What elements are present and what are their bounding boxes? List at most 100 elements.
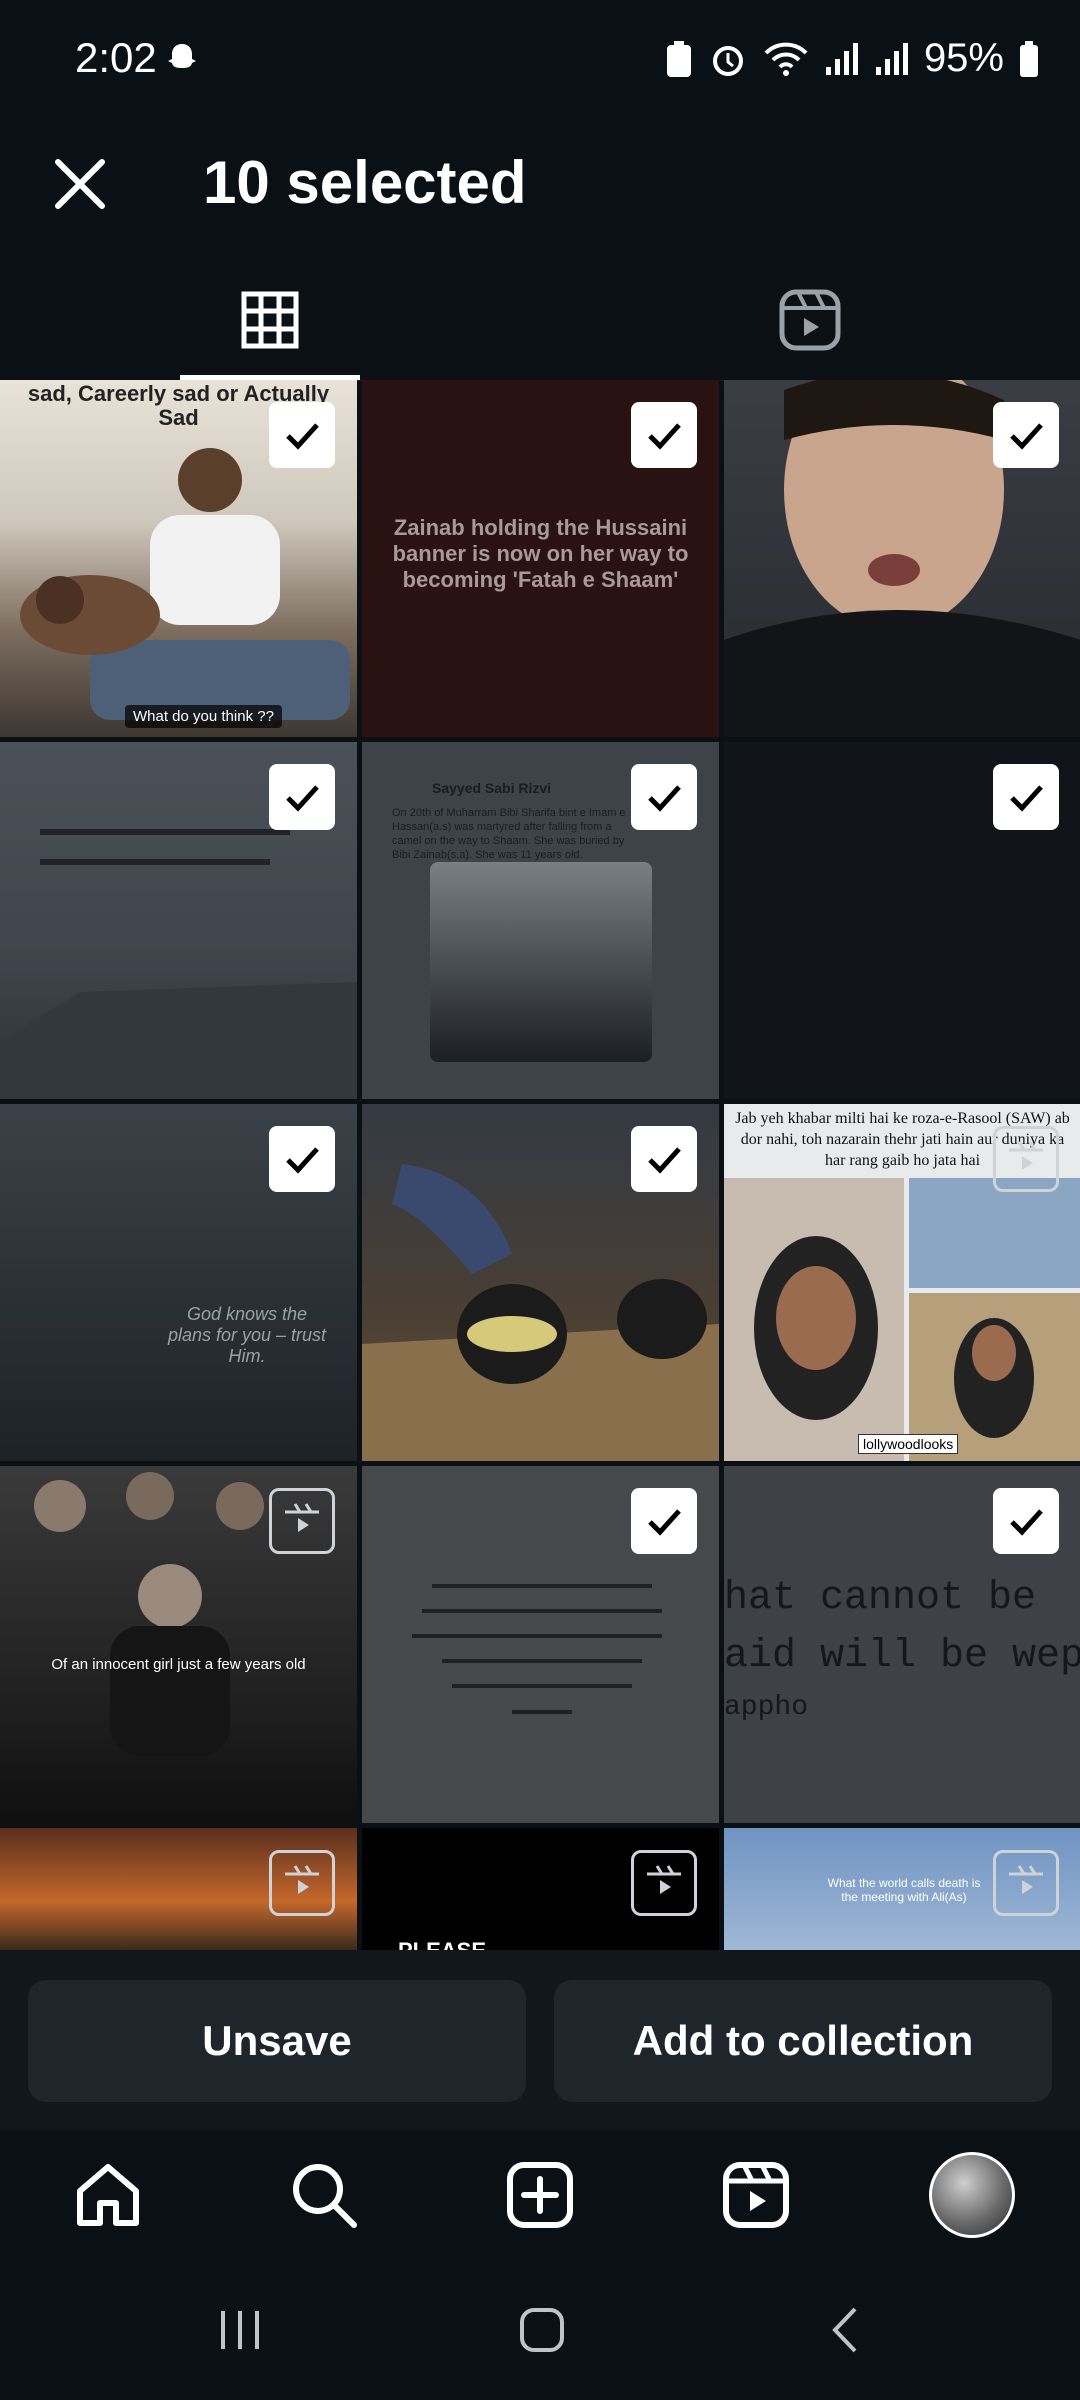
checkmark-icon xyxy=(648,1147,681,1174)
post-caption: hat cannot be xyxy=(724,1576,1037,1621)
battery-percent: 95% xyxy=(923,36,1004,80)
reels-icon xyxy=(723,2162,789,2228)
bottom-navigation xyxy=(0,2130,1080,2260)
home-system-button[interactable] xyxy=(497,2300,587,2360)
reel-badge xyxy=(993,1126,1059,1192)
grid-item-2[interactable]: Zainab holding the Hussaini banner is no… xyxy=(362,380,719,737)
reels-icon xyxy=(1009,1141,1043,1170)
action-bar: Unsave Add to collection xyxy=(0,1950,1080,2130)
post-caption-line-3: appho xyxy=(724,1692,809,1723)
nav-create[interactable] xyxy=(495,2150,585,2240)
saved-posts-grid: sad, Careerly sad or Actually Sad What d… xyxy=(0,380,1080,1950)
checkmark-icon xyxy=(648,423,681,450)
selected-checkbox[interactable] xyxy=(269,402,335,468)
create-icon xyxy=(507,2162,573,2228)
reels-icon xyxy=(647,1865,681,1894)
post-overlay-text: What do you think ?? xyxy=(125,705,282,728)
grid-item-6[interactable] xyxy=(724,742,1080,1099)
grid-icon xyxy=(241,291,299,349)
checkmark-icon xyxy=(286,423,319,450)
selected-checkbox[interactable] xyxy=(631,1126,697,1192)
tab-grid[interactable] xyxy=(0,260,540,380)
post-image xyxy=(430,862,652,1062)
search-icon xyxy=(293,2164,357,2228)
selected-checkbox[interactable] xyxy=(631,764,697,830)
checkmark-icon xyxy=(648,1509,681,1536)
grid-item-7[interactable]: God knows the plans for you – trust Him. xyxy=(0,1104,357,1461)
signal-icon xyxy=(825,42,858,75)
selection-header: 10 selected xyxy=(0,120,1080,260)
status-time: 2:02 xyxy=(75,34,157,81)
signal-icon xyxy=(875,42,908,75)
grid-item-5[interactable]: Sayyed Sabi Rizvi On 20th of Muharram Bi… xyxy=(362,742,719,1099)
grid-item-9[interactable]: Jab yeh khabar milti hai ke roza-e-Rasoo… xyxy=(724,1104,1080,1461)
nav-profile[interactable] xyxy=(927,2150,1017,2240)
page-title: 10 selected xyxy=(203,149,527,216)
close-button[interactable] xyxy=(40,144,120,224)
selected-checkbox[interactable] xyxy=(993,1488,1059,1554)
tab-bar xyxy=(0,260,1080,381)
grid-item-12[interactable]: hat cannot be aid will be wept appho xyxy=(724,1466,1080,1823)
checkmark-icon xyxy=(648,785,681,812)
reel-badge xyxy=(993,1850,1059,1916)
recents-icon xyxy=(221,2311,259,2349)
selected-checkbox[interactable] xyxy=(993,402,1059,468)
add-to-collection-button[interactable]: Add to collection xyxy=(554,1980,1052,2102)
post-author: Sayyed Sabi Rizvi xyxy=(432,780,552,796)
reels-icon xyxy=(1009,1865,1043,1894)
selected-checkbox[interactable] xyxy=(631,1488,697,1554)
snapchat-icon xyxy=(162,40,202,80)
battery-icon xyxy=(1020,40,1038,77)
alarm-icon xyxy=(712,45,743,76)
home-button-icon xyxy=(520,2308,564,2352)
grid-item-14[interactable]: PLEASE xyxy=(362,1828,719,1950)
grid-item-8[interactable] xyxy=(362,1104,719,1461)
system-navigation xyxy=(0,2260,1080,2400)
reel-badge xyxy=(269,1488,335,1554)
unsave-button[interactable]: Unsave xyxy=(28,1980,526,2102)
post-caption: God knows the plans for you – trust Him. xyxy=(167,1304,327,1366)
battery-saver-icon xyxy=(666,40,691,77)
checkmark-icon xyxy=(286,1147,319,1174)
wifi-icon xyxy=(764,42,808,76)
close-icon xyxy=(55,159,105,209)
grid-item-11[interactable] xyxy=(362,1466,719,1823)
status-icons: 95% xyxy=(664,36,1040,81)
checkmark-icon xyxy=(1010,1509,1043,1536)
home-icon xyxy=(77,2164,139,2226)
nav-home[interactable] xyxy=(63,2150,153,2240)
post-image xyxy=(724,1178,1080,1461)
profile-avatar xyxy=(929,2152,1015,2238)
selected-checkbox[interactable] xyxy=(993,764,1059,830)
reels-icon xyxy=(285,1865,319,1894)
checkmark-icon xyxy=(286,785,319,812)
reel-badge xyxy=(269,1850,335,1916)
grid-item-3[interactable] xyxy=(724,380,1080,737)
nav-search[interactable] xyxy=(279,2150,369,2240)
post-watermark: lollywoodlooks xyxy=(858,1434,959,1454)
tab-reels[interactable] xyxy=(540,260,1080,380)
reel-badge xyxy=(631,1850,697,1916)
recents-button[interactable] xyxy=(195,2300,285,2360)
post-caption: PLEASE xyxy=(398,1938,486,1950)
post-caption-line-2: aid will be wept xyxy=(724,1634,1080,1679)
selected-checkbox[interactable] xyxy=(631,402,697,468)
reels-icon xyxy=(779,289,841,351)
checkmark-icon xyxy=(1010,423,1043,450)
back-icon xyxy=(832,2307,857,2353)
back-button[interactable] xyxy=(800,2300,890,2360)
post-caption: Of an innocent girl just a few years old xyxy=(51,1656,306,1673)
checkmark-icon xyxy=(1010,785,1043,812)
selected-checkbox[interactable] xyxy=(269,764,335,830)
nav-reels[interactable] xyxy=(711,2150,801,2240)
status-bar: 2:02 95% xyxy=(0,0,1080,120)
grid-item-4[interactable] xyxy=(0,742,357,1099)
reels-icon xyxy=(285,1503,319,1532)
grid-item-1[interactable]: sad, Careerly sad or Actually Sad What d… xyxy=(0,380,357,737)
grid-item-13[interactable] xyxy=(0,1828,357,1950)
grid-item-10[interactable]: Of an innocent girl just a few years old xyxy=(0,1466,357,1823)
post-caption: What the world calls death is the meetin… xyxy=(827,1876,981,1904)
selected-checkbox[interactable] xyxy=(269,1126,335,1192)
grid-item-15[interactable]: What the world calls death is the meetin… xyxy=(724,1828,1080,1950)
post-caption: Zainab holding the Hussaini banner is no… xyxy=(392,515,689,592)
